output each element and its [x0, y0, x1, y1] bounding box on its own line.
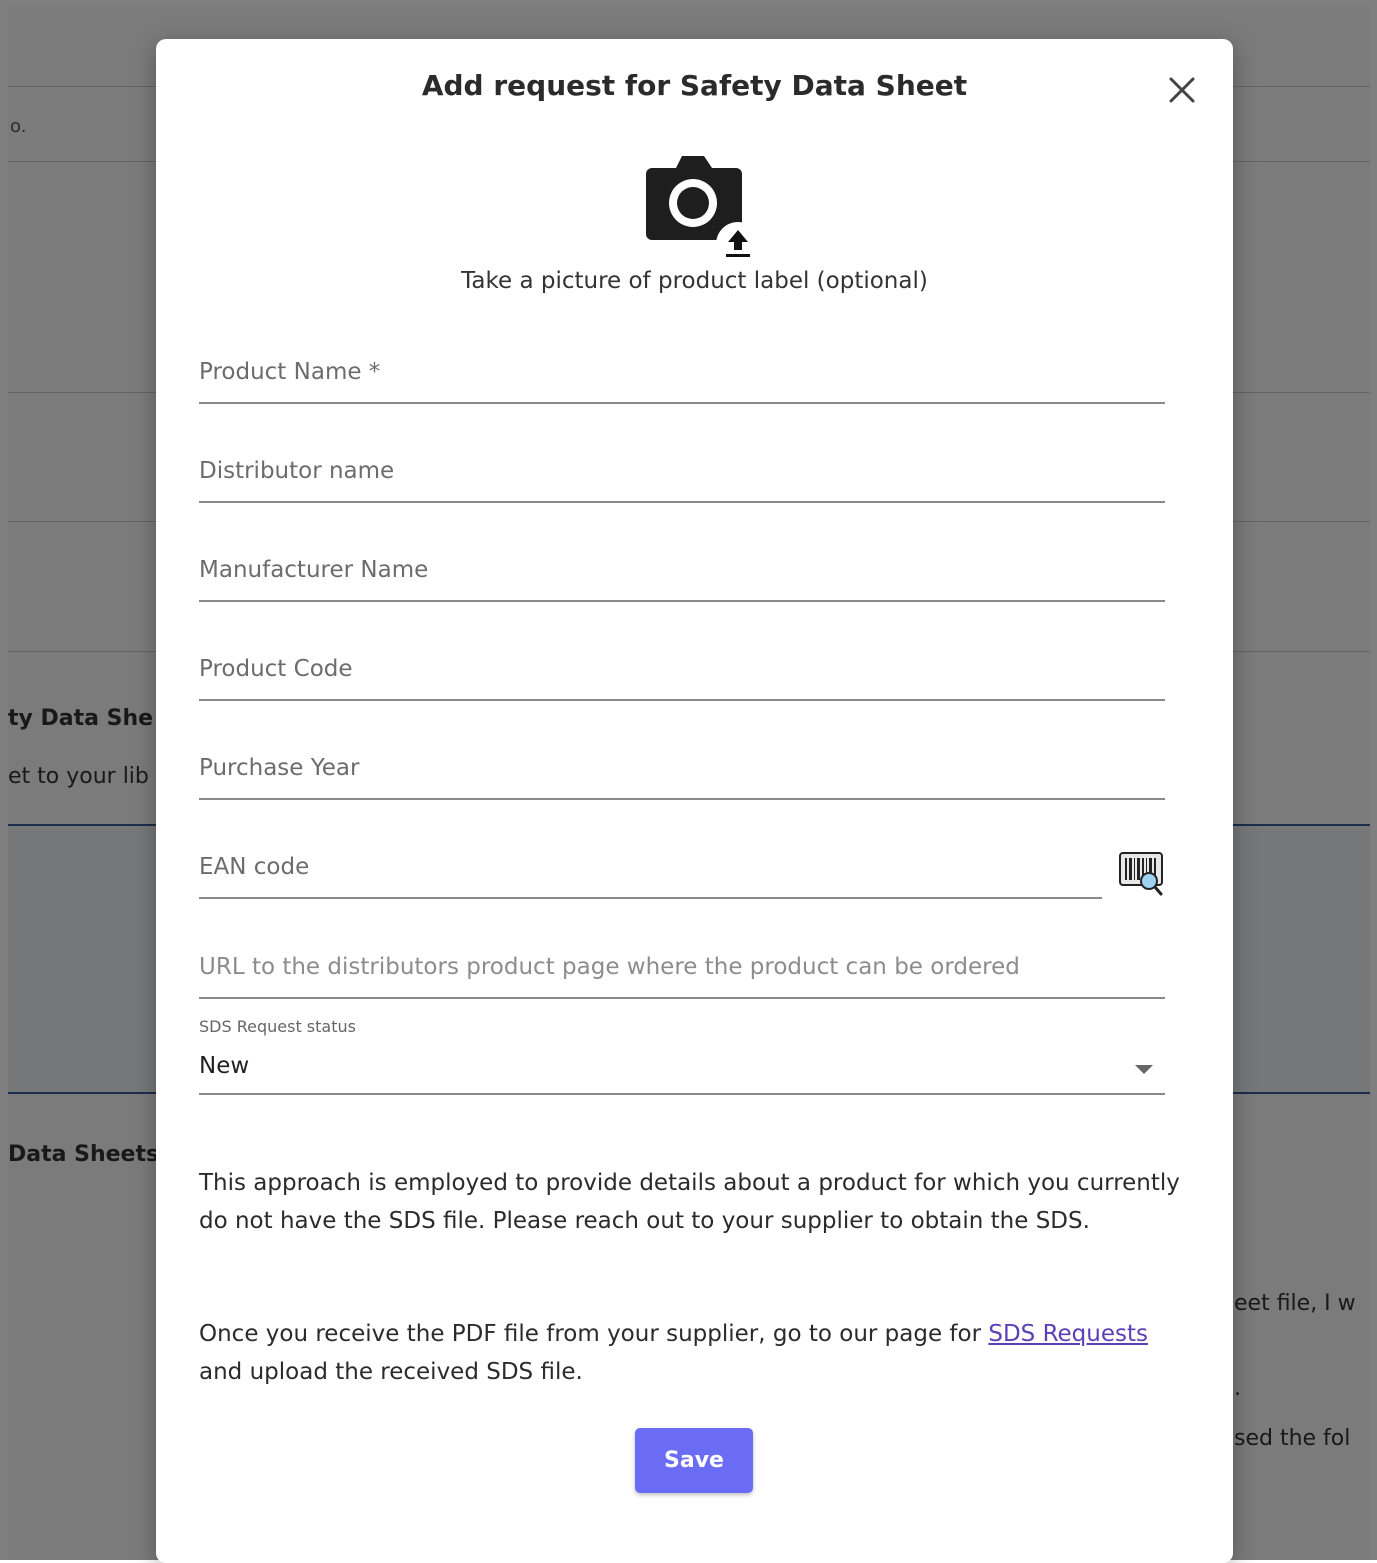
- field-underline: [199, 997, 1165, 999]
- field-underline: [199, 897, 1102, 899]
- distributor-name-input[interactable]: [199, 443, 1165, 499]
- purchase-year-input[interactable]: [199, 740, 1165, 796]
- upload-photo-button[interactable]: [640, 146, 760, 266]
- field-underline: [199, 501, 1165, 503]
- status-select[interactable]: New: [199, 1043, 1165, 1095]
- field-underline: [199, 798, 1165, 800]
- distributor-name-field: [199, 443, 1165, 503]
- add-sds-request-dialog: Add request for Safety Data Sheet Take a…: [156, 39, 1233, 1563]
- product-name-input[interactable]: [199, 344, 1165, 400]
- save-button[interactable]: Save: [635, 1428, 753, 1493]
- status-value: New: [199, 1053, 250, 1079]
- chevron-down-icon: [1135, 1065, 1153, 1074]
- manufacturer-name-input[interactable]: [199, 542, 1165, 598]
- product-code-input[interactable]: [199, 641, 1165, 697]
- camera-upload-icon: [646, 156, 760, 266]
- sds-requests-link[interactable]: SDS Requests: [988, 1321, 1148, 1347]
- product-name-field: [199, 344, 1165, 404]
- photo-caption: Take a picture of product label (optiona…: [461, 268, 928, 294]
- field-underline: [199, 600, 1165, 602]
- ean-code-input[interactable]: [199, 839, 1102, 895]
- scan-barcode-button[interactable]: [1118, 851, 1166, 899]
- dialog-title: Add request for Safety Data Sheet: [421, 69, 968, 102]
- info-text-upload: Once you receive the PDF file from your …: [199, 1315, 1159, 1391]
- field-underline: [199, 1093, 1165, 1095]
- product-code-field: [199, 641, 1165, 701]
- product-url-input[interactable]: [199, 939, 1165, 995]
- status-label: SDS Request status: [199, 1017, 356, 1036]
- info-text-part: Once you receive the PDF file from your …: [199, 1321, 989, 1347]
- ean-code-field: [199, 839, 1102, 899]
- close-icon: [1169, 77, 1195, 103]
- purchase-year-field: [199, 740, 1165, 800]
- manufacturer-name-field: [199, 542, 1165, 602]
- info-text: This approach is employed to provide det…: [199, 1170, 1180, 1234]
- product-url-field: [199, 939, 1165, 999]
- field-underline: [199, 402, 1165, 404]
- barcode-scanner-icon: [1119, 852, 1163, 896]
- info-text-part: and upload the received SDS file.: [199, 1359, 583, 1385]
- field-underline: [199, 699, 1165, 701]
- close-button[interactable]: [1166, 74, 1198, 106]
